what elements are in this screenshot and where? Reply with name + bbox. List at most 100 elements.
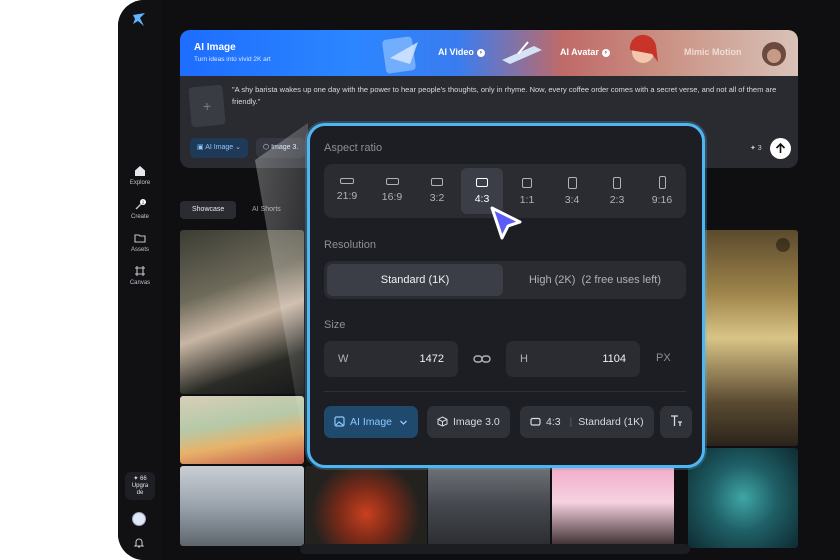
upgrade-label-2: de — [136, 490, 144, 496]
tab-ai-video-label: AI Video — [438, 47, 474, 57]
rail-explore[interactable]: Explore — [118, 165, 162, 186]
canvas-icon — [135, 266, 145, 276]
gallery-image-creature[interactable] — [305, 466, 427, 546]
add-image-slot[interactable]: + — [188, 84, 226, 128]
rail-create-label: Create — [130, 214, 149, 220]
rail-create[interactable]: 1 Create — [118, 199, 162, 220]
ratio-9-16[interactable]: 9:16 — [641, 168, 683, 214]
chevron-right-icon: › — [476, 49, 485, 57]
rail-assets[interactable]: Assets — [118, 232, 162, 253]
feature-banner: AI Image Turn ideas into vivid 2K art AI… — [180, 30, 798, 76]
banner-title[interactable]: AI Image — [194, 42, 236, 53]
ratio-label: 9:16 — [651, 194, 673, 206]
height-label: H — [520, 353, 528, 365]
chevron-right-icon: › — [601, 49, 610, 57]
ratio-shape-icon — [431, 178, 443, 186]
rail-canvas[interactable]: Canvas — [118, 265, 162, 286]
separator: | — [569, 416, 573, 428]
upgrade-button[interactable]: ✦ 66 Upgra de — [125, 472, 155, 500]
tab-mimic-motion-label: Mimic Motion — [684, 47, 742, 57]
model-button-label: Image 3.0 — [453, 416, 500, 428]
upgrade-credits: ✦ 66 — [133, 476, 147, 482]
folder-icon — [134, 234, 146, 243]
rail-canvas-label: Canvas — [129, 280, 151, 286]
avatar-art-icon — [629, 34, 658, 63]
gallery-image-octopus[interactable] — [688, 448, 798, 548]
height-field[interactable]: H 1104 — [506, 341, 640, 377]
ratio-shape-icon — [530, 417, 541, 426]
tab-showcase[interactable]: Showcase — [180, 201, 237, 219]
cube-icon: ⬡ — [263, 144, 272, 151]
ratio-label: 16:9 — [381, 191, 403, 203]
ratio-shape-icon — [476, 178, 488, 187]
ratio-label: 2:3 — [609, 194, 625, 206]
ratio-resolution-button[interactable]: 4:3 | Standard (1K) — [520, 406, 654, 438]
cube-icon — [437, 416, 448, 427]
ratio-21-9[interactable]: 21:9 — [326, 168, 368, 214]
ratio-shape-icon — [613, 177, 621, 189]
ratio-16-9[interactable]: 16:9 — [371, 168, 413, 214]
gallery-image-storm[interactable] — [428, 466, 550, 546]
ratio-3-2[interactable]: 3:2 — [416, 168, 458, 214]
ratio-label: 3:4 — [564, 194, 580, 206]
app-logo-icon[interactable] — [131, 12, 147, 28]
width-field[interactable]: W 1472 — [324, 341, 458, 377]
rail-assets-label: Assets — [130, 247, 149, 253]
spaceship-art-icon — [502, 41, 542, 64]
aspect-ratio-title: Aspect ratio — [324, 142, 383, 154]
ratio-3-4[interactable]: 3:4 — [551, 168, 593, 214]
model-chip[interactable]: ⬡ Image 3. — [256, 138, 306, 158]
ai-image-art-icon — [382, 36, 418, 74]
resolution-selector: Standard (1K) High (2K) (2 free uses lef… — [324, 261, 686, 299]
link-icon[interactable] — [473, 350, 491, 368]
mimic-art-icon — [762, 42, 786, 66]
banner-subtitle: Turn ideas into vivid 2K art — [194, 56, 271, 63]
gallery-image-city[interactable] — [180, 466, 304, 546]
mode-dropdown[interactable]: AI Image — [324, 406, 418, 438]
image-mode-icon: ▣ — [197, 144, 206, 151]
gallery-image-cat[interactable] — [180, 396, 304, 464]
bottom-bar — [300, 544, 690, 554]
prompt-text[interactable]: "A shy barista wakes up one day with the… — [232, 84, 792, 108]
mouse-cursor-icon — [490, 206, 522, 240]
play-icon[interactable] — [776, 238, 790, 252]
gallery-image-portrait[interactable] — [180, 230, 304, 394]
size-title: Size — [324, 319, 346, 331]
bell-icon[interactable] — [133, 537, 145, 549]
ratio-button-label: 4:3 — [546, 416, 561, 428]
avatar[interactable] — [132, 512, 146, 526]
ratio-label: 3:2 — [429, 192, 445, 204]
gallery-image-studio[interactable] — [552, 466, 674, 546]
ratio-shape-icon — [567, 177, 577, 189]
upgrade-label-1: Upgra — [131, 483, 149, 489]
tab-ai-avatar[interactable]: AI Avatar › — [560, 47, 610, 57]
tab-mimic-motion[interactable]: Mimic Motion — [684, 47, 742, 57]
resolution-high[interactable]: High (2K) (2 free uses left) — [507, 264, 683, 296]
model-button[interactable]: Image 3.0 — [427, 406, 510, 438]
text-settings-button[interactable] — [660, 406, 692, 438]
chevron-down-icon: ⌄ — [233, 144, 242, 151]
tab-ai-video[interactable]: AI Video › — [438, 47, 485, 57]
model-chip-label: Image 3. — [271, 144, 299, 151]
resolution-high-label: High (2K) — [528, 274, 576, 286]
width-value[interactable]: 1472 — [420, 341, 444, 377]
resolution-button-label: Standard (1K) — [578, 416, 644, 428]
ratio-shape-icon — [658, 176, 666, 189]
mode-dropdown-label: AI Image — [350, 416, 393, 428]
ratio-2-3[interactable]: 2:3 — [596, 168, 638, 214]
tab-ai-shorts[interactable]: AI Shorts — [240, 201, 293, 219]
chevron-down-icon — [399, 420, 407, 425]
resolution-standard[interactable]: Standard (1K) — [327, 264, 503, 296]
height-value[interactable]: 1104 — [602, 341, 626, 377]
create-icon: 1 — [135, 199, 146, 210]
resolution-title: Resolution — [324, 239, 376, 251]
arrow-up-icon — [775, 142, 786, 153]
mode-chip[interactable]: ▣ AI Image ⌄ — [190, 138, 249, 158]
rail-explore-label: Explore — [129, 180, 151, 186]
send-button[interactable] — [770, 138, 791, 159]
left-rail: Explore 1 Create Assets Canvas ✦ 66 Upgr… — [118, 0, 162, 560]
mode-chip-label: AI Image — [205, 144, 234, 151]
resolution-high-note: (2 free uses left) — [581, 274, 662, 286]
credits-cost: ✦ 3 — [750, 145, 762, 152]
generation-settings-popup: Aspect ratio 21:9 16:9 3:2 4:3 1:1 3:4 2… — [307, 123, 705, 468]
